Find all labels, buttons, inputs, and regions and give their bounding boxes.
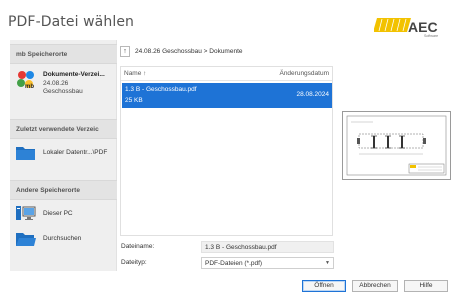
sidebar-item-dokumente[interactable]: mb Dokumente-Verzei... 24.08.26 Geschoss… xyxy=(16,70,116,100)
help-button[interactable]: Hilfe xyxy=(404,280,448,292)
dialog-header: PDF-Datei wählen AEC Software xyxy=(0,0,457,40)
sidebar-item-local-pdf[interactable]: Lokaler Datentr...\PDF xyxy=(16,145,116,175)
file-name: 1.3 B - Geschossbau.pdf xyxy=(125,86,197,93)
computer-icon xyxy=(16,205,36,225)
sidebar-header-other: Andere Speicherorte xyxy=(10,180,117,200)
sidebar-item-browse-label: Durchsuchen xyxy=(43,235,82,242)
svg-text:AEC: AEC xyxy=(408,19,438,35)
file-size: 25 KB xyxy=(125,97,143,104)
folder-open-icon xyxy=(16,231,36,249)
file-list[interactable]: Name ↑ Änderungsdatum 1.3 B - Geschossba… xyxy=(120,66,333,236)
filename-input[interactable]: 1.3 B - Geschossbau.pdf xyxy=(201,241,334,253)
file-list-header: Name ↑ Änderungsdatum xyxy=(121,67,332,81)
sidebar-header-recent: Zuletzt verwendete Verzeic xyxy=(10,119,117,139)
cancel-button[interactable]: Abbrechen xyxy=(352,280,398,292)
dialog-title: PDF-Datei wählen xyxy=(8,14,135,30)
sidebar-item-dokumente-date: 24.08.26 xyxy=(43,80,69,87)
svg-text:mb: mb xyxy=(25,84,34,90)
sidebar-item-dokumente-title: Dokumente-Verzei... xyxy=(43,71,105,78)
filetype-select-value: PDF-Dateien (*.pdf) xyxy=(205,260,263,267)
breadcrumb-path[interactable]: 24.08.26 Geschossbau > Dokumente xyxy=(135,48,243,55)
sidebar-header-mb-locations: mb Speicherorte xyxy=(10,44,117,64)
preview-pane xyxy=(334,40,457,271)
up-folder-button[interactable]: ↑ xyxy=(120,46,130,57)
breadcrumb: ↑ 24.08.26 Geschossbau > Dokumente xyxy=(120,46,332,60)
svg-text:Software: Software xyxy=(424,34,438,38)
filename-row: Dateiname: 1.3 B - Geschossbau.pdf xyxy=(117,241,337,253)
filetype-select[interactable]: PDF-Dateien (*.pdf) ▼ xyxy=(201,257,334,269)
folder-icon xyxy=(16,145,36,163)
mbaec-logo-graphic: AEC Software xyxy=(374,18,438,38)
sidebar-item-browse[interactable]: Durchsuchen xyxy=(16,231,116,261)
sidebar-item-this-pc-label: Dieser PC xyxy=(43,210,73,217)
column-header-date[interactable]: Änderungsdatum xyxy=(279,70,329,77)
file-row-selected[interactable]: 1.3 B - Geschossbau.pdf 25 KB 28.08.2024 xyxy=(122,83,332,108)
filetype-row: Dateityp: PDF-Dateien (*.pdf) ▼ xyxy=(117,257,337,269)
open-button[interactable]: Öffnen xyxy=(302,280,346,292)
sidebar-item-dokumente-project: Geschossbau xyxy=(43,88,83,95)
mb-project-icon: mb xyxy=(16,70,38,92)
file-browser: ↑ 24.08.26 Geschossbau > Dokumente Name … xyxy=(117,40,334,236)
sidebar-item-local-pdf-label: Lokaler Datentr...\PDF xyxy=(43,149,108,156)
mbaec-logo: AEC Software xyxy=(374,16,446,38)
file-date: 28.08.2024 xyxy=(296,91,329,98)
pdf-preview-thumbnail xyxy=(342,111,451,180)
chevron-down-icon: ▼ xyxy=(325,260,330,266)
filetype-label: Dateityp: xyxy=(121,259,147,266)
sidebar: mb Speicherorte mb Dokumente-Verzei... 2… xyxy=(10,40,117,271)
column-header-name[interactable]: Name ↑ xyxy=(124,70,146,77)
filename-label: Dateiname: xyxy=(121,243,155,250)
